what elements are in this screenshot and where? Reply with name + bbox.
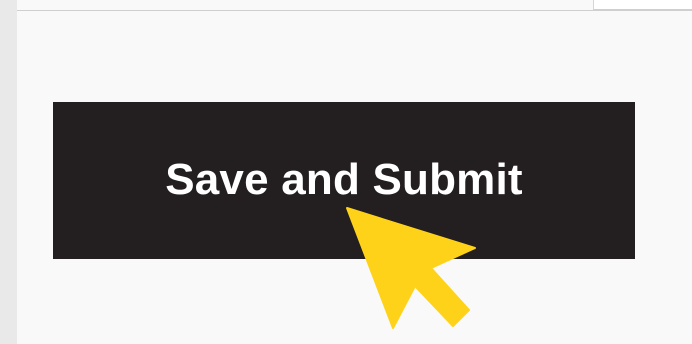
- top-border-strip: [17, 0, 692, 11]
- save-and-submit-label: Save and Submit: [165, 154, 523, 204]
- left-gutter: [0, 0, 17, 344]
- save-and-submit-button[interactable]: Save and Submit: [53, 102, 635, 259]
- top-panel-edge: [593, 0, 692, 10]
